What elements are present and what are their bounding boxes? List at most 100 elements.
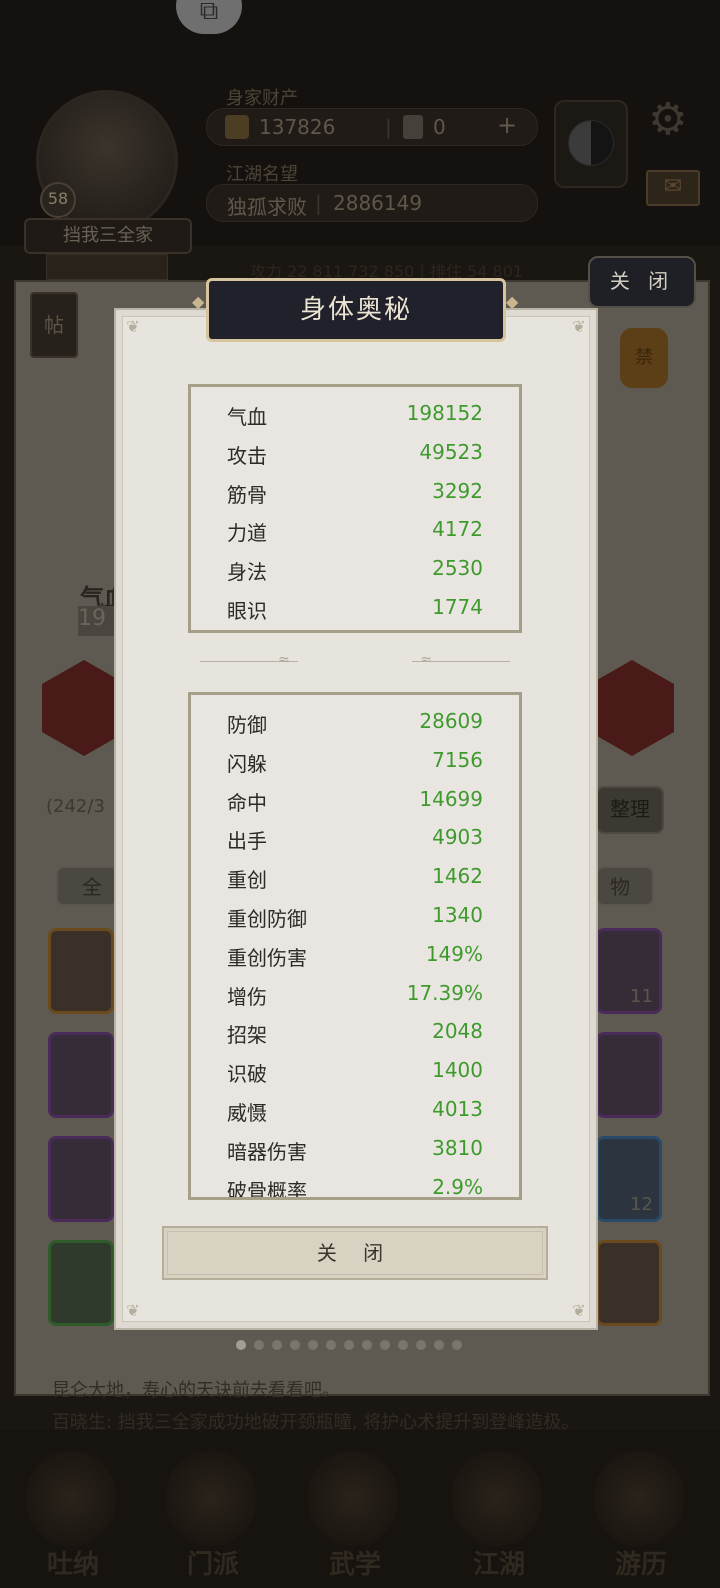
inventory-count: (242/3 — [46, 796, 105, 817]
yin-yang-icon — [568, 120, 614, 166]
stat-value: 1774 — [432, 595, 483, 619]
stat-value: 1340 — [432, 903, 483, 927]
stat-row: 闪躲 7156 — [191, 742, 519, 780]
page-dot — [326, 1340, 336, 1350]
page-dot — [416, 1340, 426, 1350]
stat-row: 破骨概率 2.9% — [191, 1169, 519, 1200]
stat-row: 气血 198152 — [191, 395, 519, 433]
add-currency-button[interactable]: + — [497, 111, 517, 139]
player-subtitle — [46, 254, 168, 280]
nav-tab-travel[interactable]: 游历 — [586, 1440, 696, 1588]
inventory-slot[interactable] — [48, 928, 114, 1014]
title-ornament: ◆ — [506, 292, 519, 311]
tab-label: 武学 — [328, 1550, 381, 1580]
inventory-slot[interactable]: 12 — [596, 1136, 662, 1222]
divider-ornament: ≈ — [278, 652, 290, 668]
stat-value: 1400 — [432, 1058, 483, 1083]
stat-name: 眼识 — [227, 599, 267, 623]
stat-row: 重创防御 1340 — [191, 897, 519, 935]
stat-name: 增伤 — [227, 984, 267, 1009]
page-dot — [254, 1340, 264, 1350]
stat-name: 招架 — [227, 1023, 267, 1048]
item-count: 12 — [630, 1194, 653, 1215]
post-button[interactable]: 帖 — [30, 292, 78, 358]
tab-icon — [452, 1450, 542, 1546]
mail-icon[interactable]: ✉ — [646, 170, 700, 206]
stat-name: 攻击 — [227, 443, 267, 468]
inventory-slot[interactable]: 11 — [596, 928, 662, 1014]
fame-title: 江湖名望 — [226, 164, 298, 185]
page-dot — [344, 1340, 354, 1350]
gold-value: 137826 — [259, 115, 336, 139]
stat-row: 威慑 4013 — [191, 1091, 519, 1129]
seal-icon[interactable]: 禁 — [620, 328, 668, 388]
nav-tab-jianghu[interactable]: 江湖 — [444, 1440, 554, 1588]
wealth-title: 身家财产 — [226, 88, 298, 109]
page-dot — [308, 1340, 318, 1350]
arrange-button[interactable]: 整理 — [596, 786, 664, 834]
page-dot — [398, 1340, 408, 1350]
nav-tab-martial[interactable]: 武学 — [300, 1440, 410, 1588]
stat-name: 威慑 — [227, 1101, 267, 1125]
stat-value: 14699 — [419, 786, 483, 811]
stat-name: 力道 — [227, 521, 267, 546]
stat-value: 17.39% — [406, 980, 483, 1005]
tab-icon — [166, 1450, 256, 1546]
stat-row: 筋骨 3292 — [191, 473, 519, 511]
stat-value: 2.9% — [432, 1174, 483, 1199]
fame-rank: 独孤求败 — [227, 195, 307, 219]
level-badge: 58 — [40, 182, 76, 218]
top-close-button[interactable]: 关 闭 — [588, 256, 696, 308]
inventory-slot[interactable] — [48, 1032, 114, 1118]
page-dot — [380, 1340, 390, 1350]
player-name: 挡我三全家 — [24, 218, 192, 254]
stat-value: 4172 — [432, 517, 483, 542]
secondary-stats-panel[interactable]: 防御 28609 闪躲 7156 命中 14699 出手 4903 重创 1462 重创防御 1340… — [188, 692, 522, 1200]
gold-icon — [225, 115, 249, 139]
stat-name: 暗器伤害 — [227, 1139, 307, 1164]
stat-name: 出手 — [227, 829, 267, 854]
page-dot — [236, 1340, 246, 1350]
stat-name: 筋骨 — [227, 482, 267, 507]
fame-bar: 独孤求败 | 2886149 — [206, 184, 538, 222]
stat-row: 暗器伤害 3810 — [191, 1130, 519, 1168]
stat-row: 招架 2048 — [191, 1013, 519, 1051]
stat-name: 命中 — [227, 790, 267, 815]
separator: | — [385, 115, 392, 139]
page-dot — [434, 1340, 444, 1350]
stat-row: 身法 2530 — [191, 550, 519, 588]
tab-icon — [594, 1450, 684, 1546]
stat-row: 眼识 1774 — [191, 589, 519, 627]
stat-name: 身法 — [227, 560, 267, 585]
stat-row: 命中 14699 — [191, 781, 519, 819]
close-button[interactable]: 关 闭 — [162, 1226, 548, 1280]
stat-row: 重创 1462 — [191, 858, 519, 896]
page-dot — [290, 1340, 300, 1350]
inventory-slot[interactable] — [48, 1240, 114, 1326]
stat-name: 气血 — [227, 405, 267, 429]
stat-row: 防御 28609 — [191, 703, 519, 741]
stat-name: 重创 — [227, 868, 267, 893]
inventory-slot[interactable] — [596, 1032, 662, 1118]
corner-ornament: ❦ — [126, 317, 140, 336]
nav-tab-tuna[interactable]: 吐纳 — [18, 1440, 128, 1588]
divider-ornament: ≈ — [420, 652, 432, 668]
page-indicator — [236, 1340, 462, 1350]
tab-label: 门派 — [186, 1550, 239, 1580]
stat-value: 4903 — [432, 825, 483, 850]
taiji-button[interactable] — [554, 100, 628, 188]
tab-all[interactable]: 全 — [56, 866, 118, 906]
tab-items[interactable]: 物 — [596, 866, 654, 906]
stat-name: 破骨概率 — [227, 1178, 307, 1200]
stat-value: 3292 — [432, 478, 483, 503]
stat-name: 重创伤害 — [227, 945, 307, 970]
nav-tab-sect[interactable]: 门派 — [158, 1440, 268, 1588]
stat-row: 出手 4903 — [191, 819, 519, 857]
gear-icon[interactable]: ⚙ — [648, 98, 692, 142]
inventory-slot[interactable] — [48, 1136, 114, 1222]
stat-row: 识破 1400 — [191, 1052, 519, 1090]
stat-value: 2048 — [432, 1019, 483, 1044]
stat-value: 7156 — [432, 747, 483, 772]
inventory-slot[interactable] — [596, 1240, 662, 1326]
stat-row: 攻击 49523 — [191, 434, 519, 472]
